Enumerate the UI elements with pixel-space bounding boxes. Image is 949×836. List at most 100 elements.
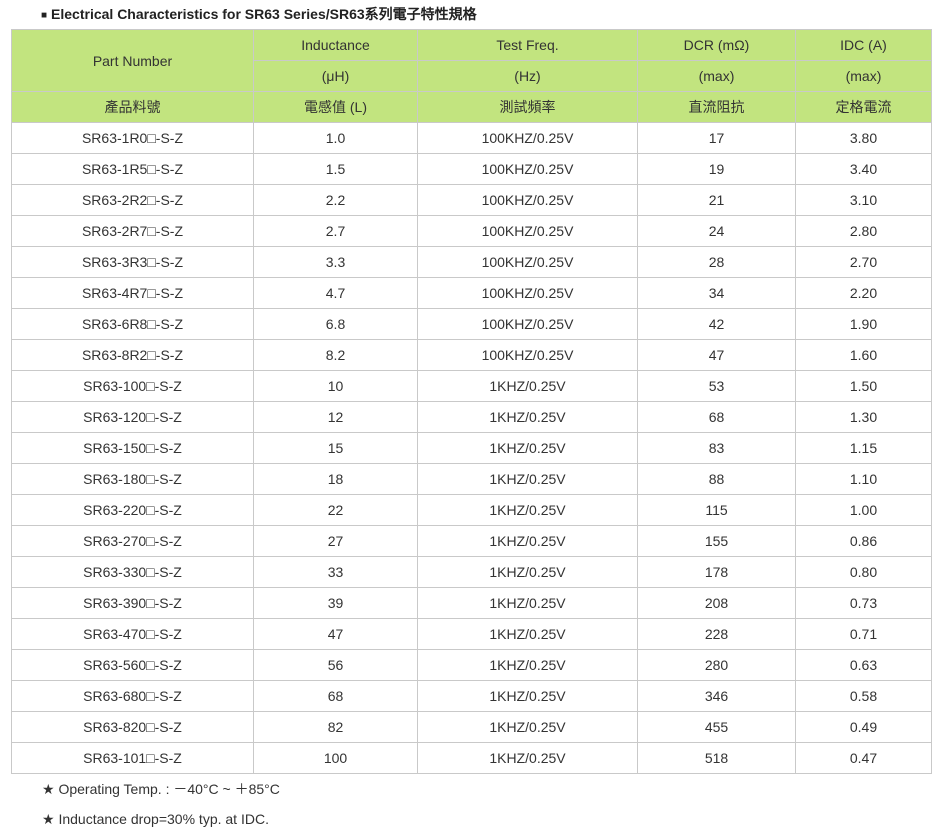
cell-idc: 3.40 [795,153,932,185]
cell-test-freq: 1KHZ/0.25V [417,587,638,619]
cell-idc: 3.80 [795,122,932,154]
cell-part-number: SR63-270□-S-Z [11,525,254,557]
cell-dcr: 280 [637,649,796,681]
table-row: SR63-3R3□-S-Z 3.3 100KHZ/0.25V 28 2.70 [11,246,932,278]
cell-part-number: SR63-120□-S-Z [11,401,254,433]
cell-inductance: 18 [253,463,418,495]
cell-dcr: 155 [637,525,796,557]
cell-dcr: 28 [637,246,796,278]
note-inductance-drop: ★ Inductance drop=30% typ. at IDC. [42,811,269,827]
cell-idc: 1.30 [795,401,932,433]
cell-test-freq: 100KHZ/0.25V [417,153,638,185]
cell-test-freq: 100KHZ/0.25V [417,277,638,309]
cell-test-freq: 1KHZ/0.25V [417,432,638,464]
page-title: ■ Electrical Characteristics for SR63 Ser… [41,5,477,23]
cell-part-number: SR63-2R2□-S-Z [11,184,254,216]
cell-idc: 1.10 [795,463,932,495]
notes: ★ Operating Temp. : －40°C ~ ＋85°C ★ Indu… [42,776,280,836]
cell-idc: 2.20 [795,277,932,309]
cell-idc: 1.00 [795,494,932,526]
cell-test-freq: 100KHZ/0.25V [417,184,638,216]
cell-inductance: 33 [253,556,418,588]
cell-inductance: 10 [253,370,418,402]
header-test-freq-cn: 測試頻率 [417,91,638,123]
cell-test-freq: 1KHZ/0.25V [417,680,638,712]
cell-inductance: 2.7 [253,215,418,247]
cell-test-freq: 1KHZ/0.25V [417,494,638,526]
cell-idc: 0.71 [795,618,932,650]
cell-idc: 0.86 [795,525,932,557]
cell-inductance: 27 [253,525,418,557]
table-row: SR63-820□-S-Z 82 1KHZ/0.25V 455 0.49 [11,711,932,743]
table-row: SR63-330□-S-Z 33 1KHZ/0.25V 178 0.80 [11,556,932,588]
header-idc-cn: 定格電流 [795,91,932,123]
cell-dcr: 17 [637,122,796,154]
cell-dcr: 88 [637,463,796,495]
cell-test-freq: 100KHZ/0.25V [417,122,638,154]
cell-dcr: 228 [637,618,796,650]
table-body: SR63-1R0□-S-Z 1.0 100KHZ/0.25V 17 3.80 SR63-1… [11,122,932,774]
cell-test-freq: 1KHZ/0.25V [417,556,638,588]
cell-part-number: SR63-470□-S-Z [11,618,254,650]
table-row: SR63-470□-S-Z 47 1KHZ/0.25V 228 0.71 [11,618,932,650]
header-test-freq-unit: (Hz) [417,60,638,92]
cell-dcr: 21 [637,184,796,216]
header-inductance-unit: (μH) [253,60,418,92]
cell-test-freq: 1KHZ/0.25V [417,463,638,495]
cell-dcr: 68 [637,401,796,433]
cell-dcr: 346 [637,680,796,712]
table-row: SR63-8R2□-S-Z 8.2 100KHZ/0.25V 47 1.60 [11,339,932,371]
cell-test-freq: 100KHZ/0.25V [417,215,638,247]
cell-test-freq: 1KHZ/0.25V [417,401,638,433]
cell-dcr: 47 [637,339,796,371]
cell-part-number: SR63-1R0□-S-Z [11,122,254,154]
cell-idc: 1.90 [795,308,932,340]
table-row: SR63-390□-S-Z 39 1KHZ/0.25V 208 0.73 [11,587,932,619]
table-row: SR63-560□-S-Z 56 1KHZ/0.25V 280 0.63 [11,649,932,681]
cell-dcr: 455 [637,711,796,743]
cell-part-number: SR63-390□-S-Z [11,587,254,619]
note-operating-temp: ★ Operating Temp. : －40°C ~ ＋85°C [42,781,280,797]
cell-idc: 0.58 [795,680,932,712]
cell-part-number: SR63-180□-S-Z [11,463,254,495]
cell-inductance: 22 [253,494,418,526]
cell-part-number: SR63-820□-S-Z [11,711,254,743]
cell-inductance: 3.3 [253,246,418,278]
cell-inductance: 82 [253,711,418,743]
cell-inductance: 1.0 [253,122,418,154]
header-inductance-cn: 電感值 (L) [253,91,418,123]
header-row-3: 產品料號 電感值 (L) 測試頻率 直流阻抗 定格電流 [11,91,932,123]
cell-inductance: 56 [253,649,418,681]
cell-test-freq: 1KHZ/0.25V [417,370,638,402]
cell-test-freq: 100KHZ/0.25V [417,308,638,340]
cell-idc: 1.50 [795,370,932,402]
table-row: SR63-100□-S-Z 10 1KHZ/0.25V 53 1.50 [11,370,932,402]
cell-dcr: 42 [637,308,796,340]
header-part-number-cn: 產品料號 [11,91,254,123]
table-row: SR63-150□-S-Z 15 1KHZ/0.25V 83 1.15 [11,432,932,464]
cell-idc: 3.10 [795,184,932,216]
page-title-text: Electrical Characteristics for SR63 Seri… [51,6,477,22]
cell-idc: 0.47 [795,742,932,774]
header-idc-unit: (max) [795,60,932,92]
cell-idc: 0.80 [795,556,932,588]
cell-part-number: SR63-680□-S-Z [11,680,254,712]
table-row: SR63-101□-S-Z 100 1KHZ/0.25V 518 0.47 [11,742,932,774]
header-dcr-cn: 直流阻抗 [637,91,796,123]
cell-part-number: SR63-3R3□-S-Z [11,246,254,278]
electrical-characteristics-table: Part Number Inductance Test Freq. DCR (m… [11,29,932,774]
table-row: SR63-220□-S-Z 22 1KHZ/0.25V 115 1.00 [11,494,932,526]
cell-inductance: 39 [253,587,418,619]
header-part-number: Part Number [11,29,254,92]
cell-test-freq: 1KHZ/0.25V [417,525,638,557]
cell-dcr: 83 [637,432,796,464]
cell-part-number: SR63-2R7□-S-Z [11,215,254,247]
table-row: SR63-180□-S-Z 18 1KHZ/0.25V 88 1.10 [11,463,932,495]
table-row: SR63-1R0□-S-Z 1.0 100KHZ/0.25V 17 3.80 [11,122,932,154]
table-header: Part Number Inductance Test Freq. DCR (m… [11,29,932,123]
table-row: SR63-6R8□-S-Z 6.8 100KHZ/0.25V 42 1.90 [11,308,932,340]
cell-test-freq: 100KHZ/0.25V [417,246,638,278]
cell-idc: 0.49 [795,711,932,743]
cell-dcr: 208 [637,587,796,619]
cell-inductance: 47 [253,618,418,650]
